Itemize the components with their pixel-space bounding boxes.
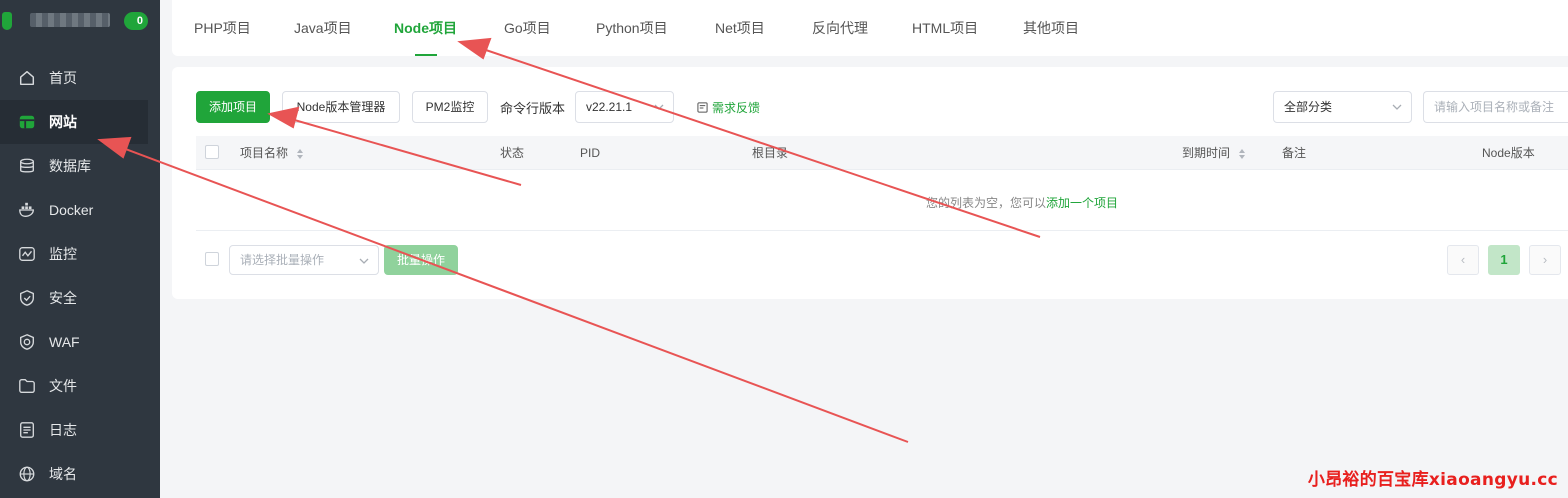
watermark: 小昂裕的百宝库xiaoangyu.cc bbox=[1307, 470, 1558, 490]
home-icon bbox=[17, 68, 37, 88]
batch-action-placeholder: 请选择批量操作 bbox=[240, 253, 325, 267]
pager-prev-button[interactable]: ‹ bbox=[1447, 245, 1479, 275]
folder-icon bbox=[17, 376, 37, 396]
sidebar-item-label: 首页 bbox=[49, 70, 77, 86]
column-label: 到期时间 bbox=[1182, 146, 1231, 160]
tab-reverse-proxy[interactable]: 反向代理 bbox=[812, 0, 868, 56]
website-icon bbox=[17, 112, 37, 132]
batch-action-select[interactable]: 请选择批量操作 bbox=[229, 245, 379, 275]
add-project-button[interactable]: 添加项目 bbox=[196, 91, 270, 123]
empty-state-text: 您的列表为空，您可以添加一个项目 bbox=[926, 194, 1118, 211]
brand: 0 bbox=[0, 0, 160, 44]
column-remark: 备注 bbox=[1282, 146, 1307, 160]
blurred-server-name bbox=[30, 13, 110, 27]
chevron-down-icon bbox=[654, 104, 664, 110]
category-select[interactable]: 全部分类 bbox=[1273, 91, 1412, 123]
sidebar-item-files[interactable]: 文件 bbox=[0, 364, 160, 408]
database-icon bbox=[17, 156, 37, 176]
cli-version-value: v22.21.1 bbox=[586, 100, 633, 114]
sidebar-item-domain[interactable]: 域名 bbox=[0, 452, 160, 496]
sidebar-item-website[interactable]: 网站 bbox=[0, 100, 148, 144]
sidebar-menu: 首页 网站 数据库 Docker 监控 安全 WAF 文件 日志 域名 bbox=[0, 56, 160, 496]
sidebar-item-label: 日志 bbox=[49, 422, 77, 438]
pager-page-1[interactable]: 1 bbox=[1488, 245, 1520, 275]
column-node-version: Node版本 bbox=[1482, 146, 1535, 160]
tab-php[interactable]: PHP项目 bbox=[194, 0, 251, 56]
sidebar-item-label: 安全 bbox=[49, 290, 77, 306]
tab-python[interactable]: Python项目 bbox=[596, 0, 668, 56]
add-project-link[interactable]: 添加一个项目 bbox=[1046, 196, 1118, 210]
notification-badge[interactable]: 0 bbox=[124, 12, 148, 30]
log-icon bbox=[17, 420, 37, 440]
feedback-link[interactable]: 需求反馈 bbox=[697, 99, 760, 116]
edit-icon bbox=[697, 102, 708, 113]
tab-html[interactable]: HTML项目 bbox=[912, 0, 978, 56]
sidebar-item-label: WAF bbox=[49, 334, 80, 350]
sidebar-item-label: 文件 bbox=[49, 378, 77, 394]
column-project-name[interactable]: 项目名称 bbox=[240, 136, 304, 170]
tab-go[interactable]: Go项目 bbox=[504, 0, 551, 56]
sidebar-item-label: 数据库 bbox=[49, 158, 91, 174]
sidebar-item-security[interactable]: 安全 bbox=[0, 276, 160, 320]
pm2-monitor-button[interactable]: PM2监控 bbox=[412, 91, 488, 123]
sidebar-item-monitor[interactable]: 监控 bbox=[0, 232, 160, 276]
category-value: 全部分类 bbox=[1284, 100, 1333, 114]
table-header: 项目名称 状态 PID 根目录 到期时间 备注 Node版本 bbox=[196, 136, 1568, 170]
empty-state-message: 您的列表为空，您可以 bbox=[926, 196, 1047, 210]
domain-icon bbox=[17, 464, 37, 484]
sidebar-item-label: Docker bbox=[49, 202, 94, 218]
chevron-down-icon bbox=[359, 258, 369, 264]
project-type-tabs: PHP项目 Java项目 Node项目 Go项目 Python项目 Net项目 … bbox=[172, 0, 1568, 56]
empty-state-row: 您的列表为空，您可以添加一个项目 bbox=[196, 171, 1568, 231]
cli-version-select[interactable]: v22.21.1 bbox=[575, 91, 674, 123]
batch-select-checkbox[interactable] bbox=[205, 252, 219, 266]
search-input[interactable] bbox=[1423, 91, 1568, 123]
logo-icon bbox=[2, 12, 12, 30]
pager-next-button[interactable]: › bbox=[1529, 245, 1561, 275]
column-status: 状态 bbox=[500, 146, 525, 160]
shield-icon bbox=[17, 288, 37, 308]
sidebar-item-logs[interactable]: 日志 bbox=[0, 408, 160, 452]
feedback-label: 需求反馈 bbox=[712, 101, 761, 115]
tab-other[interactable]: 其他项目 bbox=[1023, 0, 1079, 56]
sort-icon bbox=[297, 148, 304, 159]
column-root-dir: 根目录 bbox=[752, 146, 789, 160]
column-pid: PID bbox=[580, 146, 601, 160]
docker-icon bbox=[17, 200, 37, 220]
sidebar-item-label: 域名 bbox=[49, 466, 77, 482]
sidebar-item-label: 监控 bbox=[49, 246, 77, 262]
column-expire-time[interactable]: 到期时间 bbox=[1182, 136, 1246, 170]
tab-net[interactable]: Net项目 bbox=[715, 0, 765, 56]
sort-icon bbox=[1239, 148, 1246, 159]
chevron-down-icon bbox=[1392, 104, 1402, 110]
sidebar-item-home[interactable]: 首页 bbox=[0, 56, 160, 100]
sidebar-item-waf[interactable]: WAF bbox=[0, 320, 160, 364]
cli-version-label: 命令行版本 bbox=[500, 101, 566, 116]
sidebar-item-database[interactable]: 数据库 bbox=[0, 144, 160, 188]
column-label: 项目名称 bbox=[240, 146, 289, 160]
node-version-manager-button[interactable]: Node版本管理器 bbox=[282, 91, 400, 123]
batch-action-button[interactable]: 批量操作 bbox=[384, 245, 458, 275]
monitor-icon bbox=[17, 244, 37, 264]
waf-icon bbox=[17, 332, 37, 352]
sidebar-item-docker[interactable]: Docker bbox=[0, 188, 160, 232]
select-all-checkbox[interactable] bbox=[205, 145, 219, 159]
tab-java[interactable]: Java项目 bbox=[294, 0, 352, 56]
sidebar-item-label: 网站 bbox=[49, 114, 77, 130]
tab-node[interactable]: Node项目 bbox=[394, 0, 457, 56]
sidebar: 0 首页 网站 数据库 Docker 监控 安全 WAF 文件 日志 域名 bbox=[0, 0, 160, 498]
